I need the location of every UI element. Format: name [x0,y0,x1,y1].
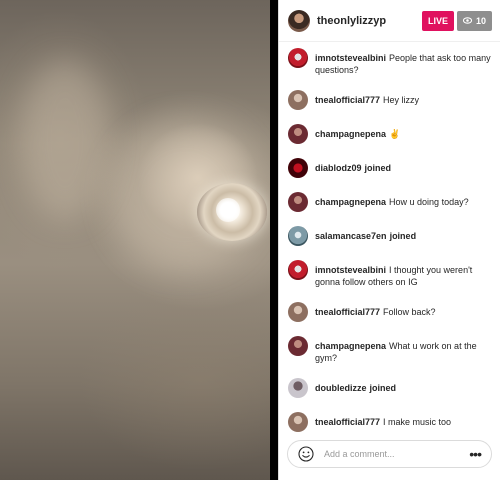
light-bulb [216,198,240,222]
live-badge: LIVE [421,10,454,31]
comment-item: champagnepena How u doing today? [288,192,492,212]
comment-body: Hey lizzy [383,95,420,105]
comment-body: I make music too [383,417,452,427]
chat-panel: theonlylizzyp LIVE 10 imnotsteveаlbini Pe… [278,0,500,480]
join-label: joined [369,383,397,393]
video-blur [20,60,110,220]
join-event: doubledizze joined [288,378,492,398]
comment-body: ✌ [389,129,401,139]
join-label: joined [364,163,392,173]
comment-item: tnealofficial777 Hey lizzy [288,90,492,110]
comment-list: imnotsteveаlbini People that ask too many… [279,42,500,432]
live-header: theonlylizzyp LIVE 10 [279,0,500,42]
more-icon[interactable]: ••• [469,447,482,461]
commenter-avatar[interactable] [288,226,308,246]
comment-username[interactable]: tnealofficial777 [315,417,380,427]
comment-input[interactable] [324,444,470,464]
comment-composer: ••• [287,440,492,468]
comment-username[interactable]: champagnepena [315,129,386,139]
commenter-avatar[interactable] [288,260,308,280]
comment-item: tnealofficial777 I make music too [288,412,492,432]
smile-icon[interactable] [298,446,314,462]
comment-username[interactable]: salamancase7en [315,231,387,241]
comment-username[interactable]: imnotsteveаlbini [315,53,386,63]
eye-icon [462,17,472,24]
host-username[interactable]: theonlylizzyp [317,15,422,27]
join-label: joined [389,231,417,241]
commenter-avatar[interactable] [288,158,308,178]
commenter-avatar[interactable] [288,90,308,110]
commenter-avatar[interactable] [288,124,308,144]
comment-body: Follow back? [383,307,436,317]
commenter-avatar[interactable] [288,302,308,322]
comment-username[interactable]: imnotsteveаlbini [315,265,386,275]
commenter-avatar[interactable] [288,48,308,68]
commenter-avatar[interactable] [288,412,308,432]
viewer-count-badge[interactable]: 10 [456,10,492,31]
comment-username[interactable]: diablodz09 [315,163,362,173]
join-event: salamancase7en joined [288,226,492,246]
comment-body: How u doing today? [389,197,469,207]
join-event: diablodz09 joined [288,158,492,178]
divider [270,0,278,480]
host-avatar[interactable] [288,9,310,32]
comment-item: champagnepena What u work on at the gym? [288,336,492,364]
comment-item: imnotsteveаlbini People that ask too many… [288,48,492,76]
comment-item: imnotsteveаlbini I thought you weren't go… [288,260,492,288]
comment-item: champagnepena ✌ [288,124,492,144]
comment-username[interactable]: tnealofficial777 [315,95,380,105]
viewer-count: 10 [475,15,486,26]
commenter-avatar[interactable] [288,192,308,212]
commenter-avatar[interactable] [288,336,308,356]
commenter-avatar[interactable] [288,378,308,398]
comment-username[interactable]: doubledizze [315,383,367,393]
comment-username[interactable]: champagnepena [315,197,386,207]
live-video[interactable] [0,0,270,480]
comment-username[interactable]: tnealofficial777 [315,307,380,317]
comment-item: tnealofficial777 Follow back? [288,302,492,322]
comment-username[interactable]: champagnepena [315,341,386,351]
